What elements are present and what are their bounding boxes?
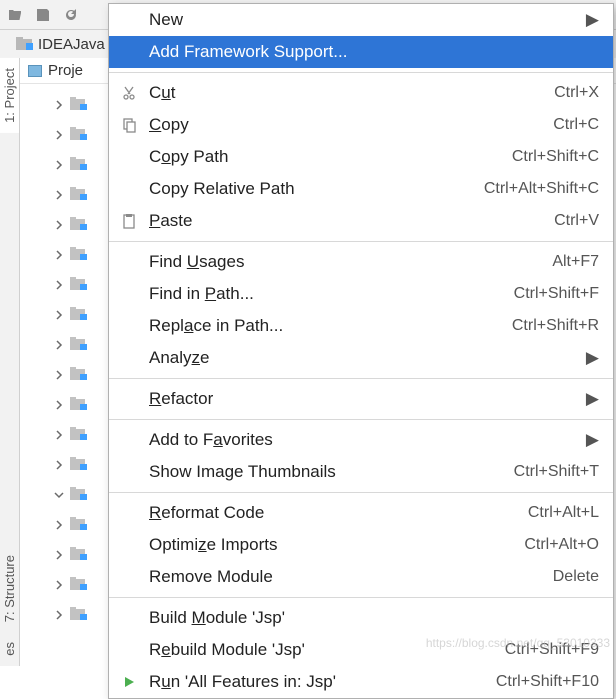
copy-icon xyxy=(119,115,139,135)
folder-icon xyxy=(70,577,88,593)
menu-copy-relative-path[interactable]: Copy Relative PathCtrl+Alt+Shift+C xyxy=(109,173,613,205)
menu-separator xyxy=(109,492,613,493)
menu-new[interactable]: New ▶ xyxy=(109,4,613,36)
menu-separator xyxy=(109,378,613,379)
folder-icon xyxy=(70,517,88,533)
folder-icon xyxy=(70,187,88,203)
tool-tab-other[interactable]: es xyxy=(0,632,19,666)
folder-icon xyxy=(70,337,88,353)
menu-copy[interactable]: CopyCtrl+C xyxy=(109,109,613,141)
folder-icon xyxy=(70,547,88,563)
menu-show-thumbnails[interactable]: Show Image ThumbnailsCtrl+Shift+T xyxy=(109,456,613,488)
expand-icon[interactable] xyxy=(50,456,68,474)
expand-icon[interactable] xyxy=(50,576,68,594)
expand-icon[interactable] xyxy=(50,126,68,144)
expand-icon[interactable] xyxy=(50,186,68,204)
expand-icon[interactable] xyxy=(50,546,68,564)
tool-tab-project[interactable]: 1: Project xyxy=(0,58,19,133)
expand-icon[interactable] xyxy=(50,306,68,324)
expand-icon[interactable] xyxy=(50,606,68,624)
expand-icon[interactable] xyxy=(50,96,68,114)
folder-icon xyxy=(70,307,88,323)
expand-icon[interactable] xyxy=(50,216,68,234)
menu-add-framework-support[interactable]: Add Framework Support... xyxy=(109,36,613,68)
folder-icon xyxy=(70,397,88,413)
tool-window-bar: 1: Project 7: Structure es xyxy=(0,58,20,666)
submenu-arrow-icon: ▶ xyxy=(586,430,599,450)
folder-icon xyxy=(70,487,88,503)
folder-icon xyxy=(70,607,88,623)
expand-icon[interactable] xyxy=(50,486,68,504)
menu-add-favorites[interactable]: Add to Favorites▶ xyxy=(109,424,613,456)
folder-icon xyxy=(70,157,88,173)
menu-separator xyxy=(109,72,613,73)
expand-icon[interactable] xyxy=(50,336,68,354)
menu-copy-path[interactable]: Copy PathCtrl+Shift+C xyxy=(109,141,613,173)
expand-icon[interactable] xyxy=(50,246,68,264)
menu-separator xyxy=(109,241,613,242)
submenu-arrow-icon: ▶ xyxy=(586,348,599,368)
cut-icon xyxy=(119,83,139,103)
tool-tab-structure[interactable]: 7: Structure xyxy=(0,545,19,632)
module-icon xyxy=(16,37,32,51)
save-icon[interactable] xyxy=(34,6,52,24)
menu-separator xyxy=(109,419,613,420)
folder-icon xyxy=(70,367,88,383)
folder-icon xyxy=(70,247,88,263)
submenu-arrow-icon: ▶ xyxy=(586,10,599,30)
menu-refactor[interactable]: Refactor▶ xyxy=(109,383,613,415)
paste-icon xyxy=(119,211,139,231)
expand-icon[interactable] xyxy=(50,366,68,384)
tab-label[interactable]: IDEAJava xyxy=(38,36,105,53)
menu-find-in-path[interactable]: Find in Path...Ctrl+Shift+F xyxy=(109,278,613,310)
folder-icon xyxy=(70,217,88,233)
menu-rebuild-module[interactable]: Rebuild Module 'Jsp'Ctrl+Shift+F9 xyxy=(109,634,613,666)
menu-analyze[interactable]: Analyze▶ xyxy=(109,342,613,374)
expand-icon[interactable] xyxy=(50,426,68,444)
run-icon xyxy=(119,672,139,692)
open-icon[interactable] xyxy=(6,6,24,24)
context-menu: New ▶ Add Framework Support... CutCtrl+X… xyxy=(108,3,614,699)
folder-icon xyxy=(70,97,88,113)
folder-icon xyxy=(70,127,88,143)
expand-icon[interactable] xyxy=(50,396,68,414)
menu-optimize-imports[interactable]: Optimize ImportsCtrl+Alt+O xyxy=(109,529,613,561)
refresh-icon[interactable] xyxy=(62,6,80,24)
menu-separator xyxy=(109,597,613,598)
folder-icon xyxy=(70,457,88,473)
expand-icon[interactable] xyxy=(50,156,68,174)
menu-build-module[interactable]: Build Module 'Jsp' xyxy=(109,602,613,634)
menu-paste[interactable]: PasteCtrl+V xyxy=(109,205,613,237)
menu-run-all-features[interactable]: Run 'All Features in: Jsp'Ctrl+Shift+F10 xyxy=(109,666,613,698)
menu-cut[interactable]: CutCtrl+X xyxy=(109,77,613,109)
menu-replace-in-path[interactable]: Replace in Path...Ctrl+Shift+R xyxy=(109,310,613,342)
project-view-icon xyxy=(28,65,42,77)
folder-icon xyxy=(70,427,88,443)
menu-find-usages[interactable]: Find UsagesAlt+F7 xyxy=(109,246,613,278)
folder-icon xyxy=(70,277,88,293)
menu-reformat-code[interactable]: Reformat CodeCtrl+Alt+L xyxy=(109,497,613,529)
expand-icon[interactable] xyxy=(50,516,68,534)
menu-remove-module[interactable]: Remove ModuleDelete xyxy=(109,561,613,593)
expand-icon[interactable] xyxy=(50,276,68,294)
submenu-arrow-icon: ▶ xyxy=(586,389,599,409)
panel-title: Proje xyxy=(48,62,83,79)
